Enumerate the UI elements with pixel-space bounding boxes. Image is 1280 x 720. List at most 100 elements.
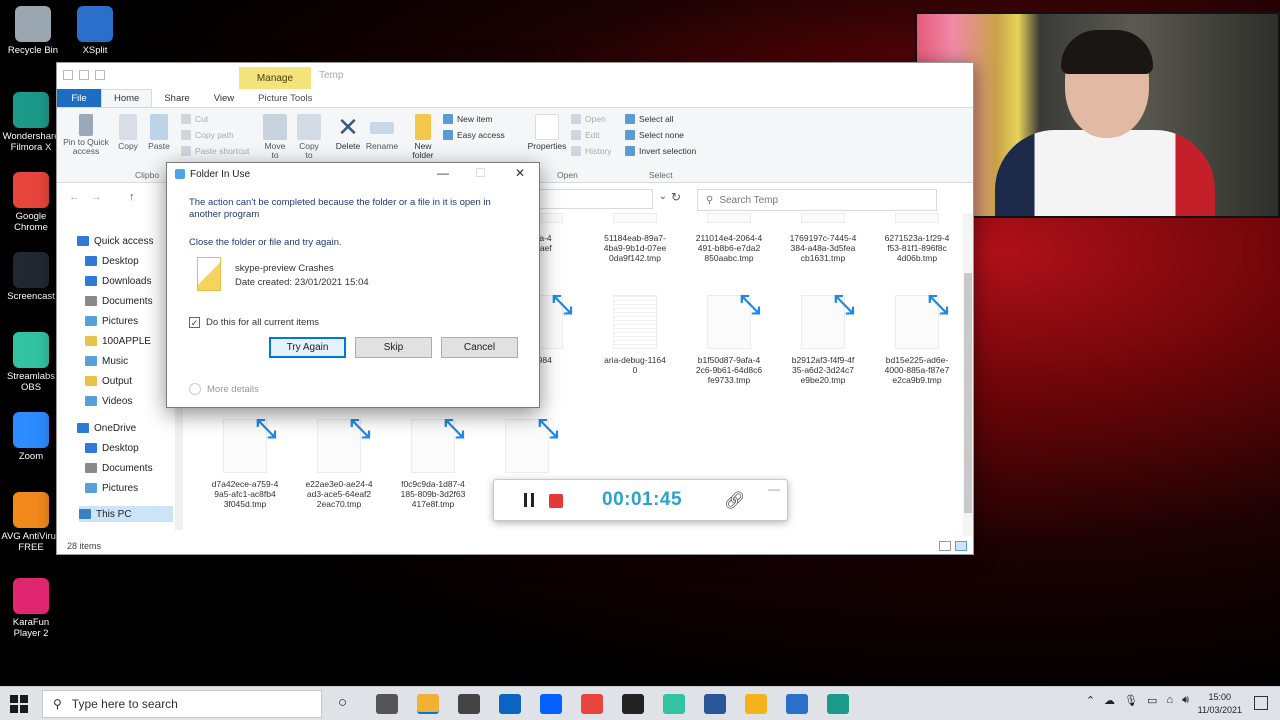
- file-item[interactable]: ⤡ b1f50d87-9afa-4 2c6-9b61-64d8c6 fe9733.…: [685, 290, 773, 385]
- sidebar-item[interactable]: Pictures: [85, 480, 138, 496]
- chrome-icon[interactable]: [581, 694, 603, 714]
- sidebar-item[interactable]: Documents: [85, 293, 153, 309]
- edit-button[interactable]: Edit: [571, 130, 600, 140]
- sidebar-item[interactable]: Quick access: [77, 233, 153, 249]
- checkbox-check-icon[interactable]: ✓: [189, 317, 200, 328]
- forward-arrow-icon[interactable]: →: [91, 191, 102, 203]
- sidebar-item[interactable]: Videos: [85, 393, 132, 409]
- sidebar-item[interactable]: Documents: [85, 460, 153, 476]
- qat-icon[interactable]: [79, 70, 89, 80]
- screen-recorder-widget[interactable]: 00:01:45 🔗︎ —: [493, 479, 788, 521]
- taskbar-clock[interactable]: 15:00 11/03/2021: [1198, 691, 1242, 717]
- file-item[interactable]: aria-debug-1164 0: [591, 295, 679, 375]
- cancel-button[interactable]: Cancel: [441, 337, 518, 358]
- link-icon[interactable]: 🔗︎: [724, 491, 746, 511]
- microphone-icon[interactable]: 🎙︎: [1124, 694, 1138, 707]
- xsplit-icon[interactable]: [786, 694, 808, 714]
- dropbox-icon[interactable]: [540, 694, 562, 714]
- tab-file[interactable]: File: [57, 89, 101, 107]
- desktop-icon[interactable]: Recycle Bin: [2, 6, 64, 56]
- qat-icon[interactable]: [95, 70, 105, 80]
- streamlabs-icon[interactable]: [663, 694, 685, 714]
- manage-contextual-tab[interactable]: Manage: [239, 67, 311, 89]
- file-item[interactable]: ⤡ f0c9c9da-1d87-4 185-809b-3d2f63 417e8f.…: [389, 414, 477, 509]
- details-view-icon[interactable]: [939, 541, 951, 551]
- history-button[interactable]: History: [571, 146, 611, 156]
- minimize-icon[interactable]: —: [437, 166, 449, 180]
- file-item[interactable]: 6271523a-1f29-4 f53-81f1-896f8c 4d06b.tm…: [873, 213, 961, 263]
- chevron-up-icon[interactable]: ⌃: [1086, 694, 1095, 707]
- desktop-icon[interactable]: XSplit: [64, 6, 126, 56]
- refresh-icon[interactable]: ↻: [671, 190, 681, 204]
- sidebar-item[interactable]: Downloads: [85, 273, 151, 289]
- tab-share[interactable]: Share: [152, 89, 201, 107]
- back-arrow-icon[interactable]: ←: [69, 191, 80, 203]
- paste-button[interactable]: Paste: [145, 114, 173, 151]
- scrollbar-thumb[interactable]: [964, 273, 972, 513]
- rename-button[interactable]: Rename: [365, 114, 399, 151]
- maximize-icon[interactable]: ☐: [475, 166, 486, 180]
- minimize-icon[interactable]: —: [768, 482, 780, 496]
- file-item[interactable]: 51184eab-89a7- 4ba9-9b1d-07ee 0da9f142.t…: [591, 213, 679, 263]
- invert-selection-button[interactable]: Invert selection: [625, 146, 696, 156]
- close-icon[interactable]: ✕: [515, 166, 525, 180]
- volume-icon[interactable]: 🔊︎: [1182, 694, 1189, 707]
- mail-icon[interactable]: [499, 694, 521, 714]
- search-box[interactable]: ⚲ Search Temp: [697, 189, 937, 211]
- file-explorer-icon[interactable]: [417, 694, 439, 714]
- file-item[interactable]: 1769197c-7445-4 384-a48a-3d5fea cb1631.t…: [779, 213, 867, 263]
- desktop-icon[interactable]: Wondershare Filmora X: [0, 92, 62, 153]
- move-to-button[interactable]: Move to: [261, 114, 289, 160]
- notification-icon[interactable]: [1254, 696, 1268, 710]
- select-all-button[interactable]: Select all: [625, 114, 674, 124]
- cut-button[interactable]: Cut: [181, 114, 208, 124]
- large-icons-view-icon[interactable]: [955, 541, 967, 551]
- sidebar-item[interactable]: Music: [85, 353, 128, 369]
- file-item[interactable]: ⤡ b2912af3-f4f9-4f 35-a6d2-3d24c7 e9be20.…: [779, 290, 867, 385]
- battery-icon[interactable]: ▭: [1147, 694, 1157, 707]
- copy-to-button[interactable]: Copy to: [295, 114, 323, 160]
- cortana-icon[interactable]: ○: [338, 694, 347, 711]
- network-icon[interactable]: ⌂: [1166, 694, 1173, 707]
- file-item[interactable]: ⤡: [483, 414, 571, 479]
- desktop-icon[interactable]: Screencast: [0, 252, 62, 302]
- properties-button[interactable]: Properties: [527, 114, 567, 151]
- address-dropdown-icon[interactable]: ⌄: [659, 191, 667, 202]
- up-arrow-icon[interactable]: ↑: [129, 191, 135, 203]
- open-button[interactable]: Open: [571, 114, 606, 124]
- sidebar-item[interactable]: 100APPLE: [85, 333, 151, 349]
- more-details-toggle[interactable]: More details: [189, 383, 259, 395]
- new-folder-button[interactable]: New folder: [407, 114, 439, 160]
- desktop-icon[interactable]: Streamlabs OBS: [0, 332, 62, 393]
- apply-all-checkbox[interactable]: ✓ Do this for all current items: [189, 317, 319, 328]
- tab-home[interactable]: Home: [101, 89, 153, 107]
- try-again-button[interactable]: Try Again: [269, 337, 346, 358]
- sidebar-item[interactable]: Desktop: [85, 440, 139, 456]
- dialog-titlebar[interactable]: Folder In Use — ☐ ✕: [167, 163, 539, 185]
- file-list-scrollbar[interactable]: [963, 213, 973, 536]
- explorer-titlebar[interactable]: Manage Temp: [57, 63, 973, 89]
- file-item[interactable]: ⤡ bd15e225-ad6e- 4000-885a-f87e7 e2ca9b9.…: [873, 290, 961, 385]
- copy-path-button[interactable]: Copy path: [181, 130, 234, 140]
- copy-button[interactable]: Copy: [115, 114, 141, 151]
- sidebar-item[interactable]: Pictures: [85, 313, 138, 329]
- delete-button[interactable]: ✕ Delete: [333, 114, 363, 151]
- task-view-icon[interactable]: [376, 694, 398, 714]
- desktop-icon[interactable]: KaraFun Player 2: [0, 578, 62, 639]
- folder-in-use-dialog[interactable]: Folder In Use — ☐ ✕ The action can't be …: [166, 162, 540, 408]
- word-icon[interactable]: [704, 694, 726, 714]
- filmora-icon[interactable]: [827, 694, 849, 714]
- desktop-icon[interactable]: AVG AntiVirus FREE: [0, 492, 62, 553]
- tab-picture-tools[interactable]: Picture Tools: [246, 89, 324, 107]
- skip-button[interactable]: Skip: [355, 337, 432, 358]
- file-item[interactable]: 211014e4-2064-4 491-b8b6-e7da2 850aabc.t…: [685, 213, 773, 263]
- desktop-icon[interactable]: Google Chrome: [0, 172, 62, 233]
- desktop-icon[interactable]: Zoom: [0, 412, 62, 462]
- xbox-icon[interactable]: [622, 694, 644, 714]
- vlc-icon[interactable]: [745, 694, 767, 714]
- sidebar-item[interactable]: Desktop: [85, 253, 139, 269]
- tab-view[interactable]: View: [202, 89, 246, 107]
- cloud-icon[interactable]: ☁: [1104, 694, 1115, 707]
- new-item-button[interactable]: New item: [443, 114, 492, 124]
- easy-access-button[interactable]: Easy access: [443, 130, 505, 140]
